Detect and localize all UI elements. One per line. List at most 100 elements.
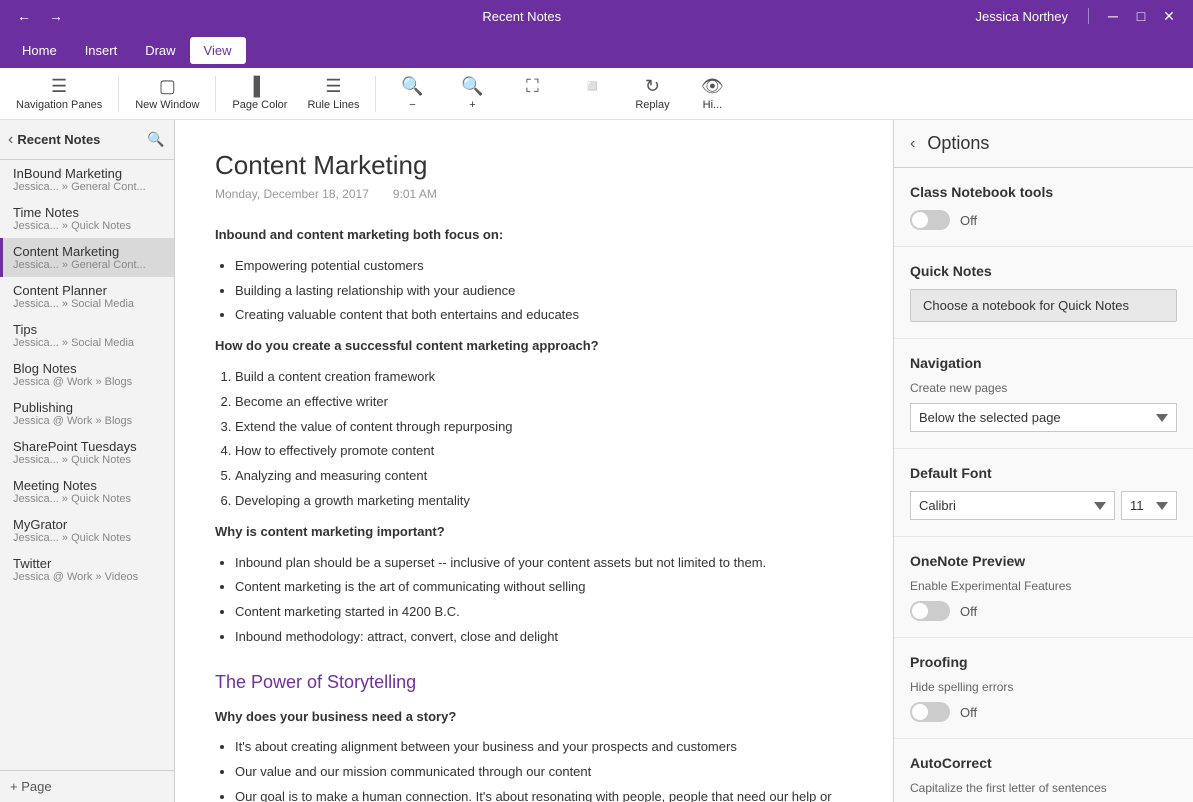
navigation-sub: Create new pages (910, 381, 1177, 395)
new-window-icon: ▢ (159, 76, 176, 97)
maximize-button[interactable]: □ (1129, 4, 1153, 28)
sidebar-back-button[interactable]: ‹ (8, 131, 13, 149)
sidebar-items: InBound Marketing Jessica... » General C… (0, 160, 174, 770)
q2-bullet-1: Inbound plan should be a superset -- inc… (235, 553, 853, 574)
zoom-in-icon: 🔍 (461, 76, 483, 97)
q1-item-3: Extend the value of content through repu… (235, 417, 853, 438)
forward-arrow[interactable]: → (44, 4, 68, 28)
proofing-toggle[interactable] (910, 702, 950, 722)
toolbar-sep-2 (215, 76, 216, 112)
main-layout: ‹ Recent Notes 🔍 InBound Marketing Jessi… (0, 120, 1193, 802)
class-notebook-toggle[interactable] (910, 210, 950, 230)
sidebar-item-title: Tips (13, 322, 164, 337)
sidebar-item-blog-notes[interactable]: Blog Notes Jessica @ Work » Blogs (0, 355, 174, 394)
sidebar-item-sub: Jessica... » General Cont... (13, 259, 164, 271)
preview-toggle[interactable] (910, 601, 950, 621)
quick-notes-title: Quick Notes (910, 263, 1177, 279)
sidebar-item-publishing[interactable]: Publishing Jessica @ Work » Blogs (0, 394, 174, 433)
sidebar-item-content-marketing[interactable]: Content Marketing Jessica... » General C… (0, 238, 174, 277)
choose-notebook-button[interactable]: Choose a notebook for Quick Notes (910, 289, 1177, 322)
autocorrect-section: AutoCorrect Capitalize the first letter … (894, 739, 1193, 802)
proofing-section: Proofing Hide spelling errors Off (894, 638, 1193, 739)
menu-view[interactable]: View (190, 37, 246, 64)
zoom-in-label: + (469, 99, 475, 111)
page-color-button[interactable]: ▌ Page Color (224, 72, 295, 115)
sidebar-item-title: Blog Notes (13, 361, 164, 376)
sidebar-item-title: MyGrator (13, 517, 164, 532)
sidebar-item-sub: Jessica... » Quick Notes (13, 493, 164, 505)
new-window-button[interactable]: ▢ New Window (127, 72, 207, 115)
fit-page-button[interactable]: ⛶ ​ (504, 72, 560, 115)
sidebar-item-sub: Jessica... » General Cont... (13, 181, 164, 193)
hide-authors-label: Hi... (703, 99, 723, 111)
content-q2: Why is content marketing important? (215, 522, 853, 543)
default-font-title: Default Font (910, 465, 1177, 481)
intro-bullet-1: Empowering potential customers (235, 256, 853, 277)
options-header: ‹ Options (894, 120, 1193, 168)
q3-bullet-3: Our goal is to make a human connection. … (235, 787, 853, 802)
q2-bullet-4: Inbound methodology: attract, convert, c… (235, 627, 853, 648)
page-meta: Monday, December 18, 2017 9:01 AM (215, 187, 853, 201)
sidebar-item-twitter[interactable]: Twitter Jessica @ Work » Videos (0, 550, 174, 589)
class-notebook-section: Class Notebook tools Off (894, 168, 1193, 247)
sidebar-item-time-notes[interactable]: Time Notes Jessica... » Quick Notes (0, 199, 174, 238)
sidebar-item-sub: Jessica... » Social Media (13, 337, 164, 349)
menu-insert[interactable]: Insert (71, 37, 132, 64)
intro-bullet-2: Building a lasting relationship with you… (235, 281, 853, 302)
sidebar-search-button[interactable]: 🔍 (146, 130, 166, 150)
intro-bullets: Empowering potential customers Building … (235, 256, 853, 326)
zoom-out-button[interactable]: 🔍 − (384, 72, 440, 115)
add-page-button[interactable]: + Page (0, 770, 174, 802)
q1-item-6: Developing a growth marketing mentality (235, 491, 853, 512)
navigation-dropdown[interactable]: Below the selected pageAt the end of the… (910, 403, 1177, 432)
minimize-button[interactable]: ─ (1101, 4, 1125, 28)
sidebar-item-sub: Jessica... » Quick Notes (13, 532, 164, 544)
navigation-section: Navigation Create new pages Below the se… (894, 339, 1193, 449)
sidebar-item-title: Time Notes (13, 205, 164, 220)
app-title: Recent Notes (68, 9, 976, 24)
hide-authors-button[interactable]: 👁 Hi... (684, 72, 740, 115)
sidebar-item-inbound-marketing[interactable]: InBound Marketing Jessica... » General C… (0, 160, 174, 199)
sidebar-item-title: Content Marketing (13, 244, 164, 259)
rule-lines-icon: ☰ (325, 76, 341, 97)
sidebar-item-sharepoint[interactable]: SharePoint Tuesdays Jessica... » Quick N… (0, 433, 174, 472)
rule-lines-button[interactable]: ☰ Rule Lines (299, 72, 367, 115)
nav-arrows: ← → (12, 4, 68, 28)
options-back-button[interactable]: ‹ (910, 135, 915, 153)
close-button[interactable]: ✕ (1157, 4, 1181, 28)
nav-panes-label: Navigation Panes (16, 99, 102, 111)
back-arrow[interactable]: ← (12, 4, 36, 28)
sidebar-item-content-planner[interactable]: Content Planner Jessica... » Social Medi… (0, 277, 174, 316)
page-date: Monday, December 18, 2017 (215, 187, 369, 201)
font-size-dropdown[interactable]: 8910111214 (1121, 491, 1177, 520)
font-row: CalibriArialTimes New Roman 8910111214 (910, 491, 1177, 520)
zoom-out-icon: 🔍 (401, 76, 423, 97)
page-color-label: Page Color (232, 99, 287, 111)
quick-notes-section: Quick Notes Choose a notebook for Quick … (894, 247, 1193, 339)
sidebar-item-meeting-notes[interactable]: Meeting Notes Jessica... » Quick Notes (0, 472, 174, 511)
sidebar-header: ‹ Recent Notes 🔍 (0, 120, 174, 160)
nav-panes-button[interactable]: ☰ Navigation Panes (8, 72, 110, 115)
sidebar-item-sub: Jessica... » Quick Notes (13, 220, 164, 232)
normal-view-button[interactable]: ◽ ​ (564, 72, 620, 115)
sidebar-item-sub: Jessica @ Work » Videos (13, 571, 164, 583)
menu-draw[interactable]: Draw (131, 37, 189, 64)
menu-home[interactable]: Home (8, 37, 71, 64)
proofing-toggle-label: Off (960, 705, 977, 720)
sidebar-item-sub: Jessica @ Work » Blogs (13, 376, 164, 388)
replay-button[interactable]: ↻ Replay (624, 72, 680, 115)
sidebar-title: Recent Notes (17, 132, 146, 147)
zoom-in-button[interactable]: 🔍 + (444, 72, 500, 115)
class-notebook-toggle-label: Off (960, 213, 977, 228)
font-family-dropdown[interactable]: CalibriArialTimes New Roman (910, 491, 1115, 520)
autocorrect-sub: Capitalize the first letter of sentences (910, 781, 1177, 795)
toolbar-sep-3 (375, 76, 376, 112)
page-title: Content Marketing (215, 150, 853, 181)
sidebar-item-tips[interactable]: Tips Jessica... » Social Media (0, 316, 174, 355)
q1-item-1: Build a content creation framework (235, 367, 853, 388)
sidebar-item-title: Publishing (13, 400, 164, 415)
class-notebook-title: Class Notebook tools (910, 184, 1177, 200)
q1-items: Build a content creation framework Becom… (235, 367, 853, 512)
sidebar-item-mygrator[interactable]: MyGrator Jessica... » Quick Notes (0, 511, 174, 550)
zoom-out-label: − (409, 99, 415, 111)
